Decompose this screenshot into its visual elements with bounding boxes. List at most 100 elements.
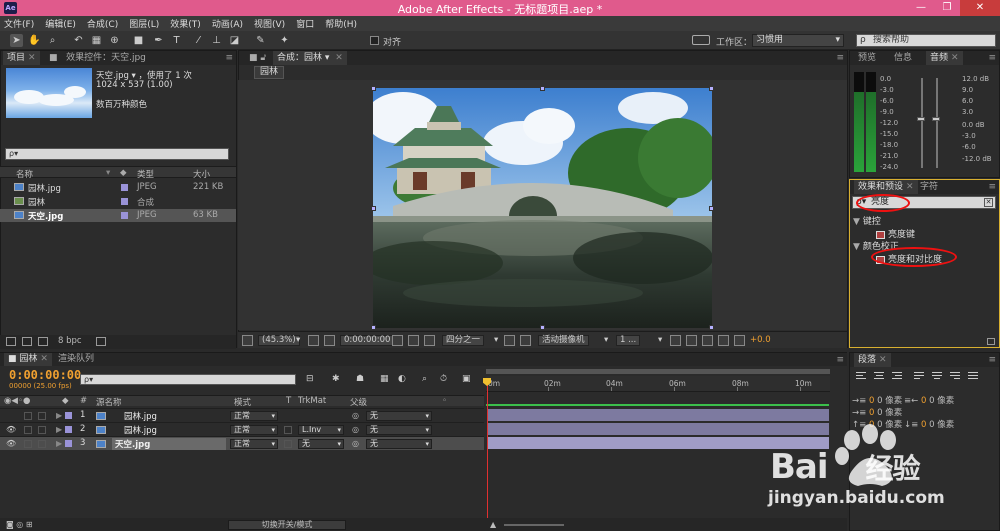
blend-mode-select[interactable]: 正常 bbox=[230, 425, 278, 435]
indent-first-line[interactable]: →≡ 0 0 像素 bbox=[852, 406, 902, 418]
menu-view[interactable]: 视图(V) bbox=[254, 17, 285, 30]
project-item[interactable]: 天空.jpg JPEG 63 KB bbox=[0, 209, 236, 222]
brush-tool-icon[interactable]: ⁄ bbox=[192, 34, 205, 47]
minimize-button[interactable]: — bbox=[908, 0, 934, 16]
timeline-icon[interactable] bbox=[702, 335, 713, 346]
timeline-layer[interactable]: ▶ 1 园林.jpg 正常 ◎ 无 bbox=[0, 408, 484, 422]
region-of-interest-icon[interactable] bbox=[504, 335, 515, 346]
rectangle-tool-icon[interactable]: ■ bbox=[132, 34, 145, 47]
label-color[interactable] bbox=[121, 198, 128, 205]
comp-mini-flowchart-icon[interactable]: ⊟ bbox=[306, 374, 314, 384]
delete-icon[interactable] bbox=[96, 337, 106, 346]
zoom-select[interactable]: (45.3%) bbox=[258, 335, 300, 346]
sort-chevron-icon[interactable]: ▾ bbox=[106, 168, 110, 178]
label-color[interactable] bbox=[65, 426, 72, 433]
panel-menu-icon[interactable]: ≡ bbox=[836, 51, 844, 65]
transform-handle[interactable] bbox=[709, 206, 714, 211]
menu-edit[interactable]: 编辑(E) bbox=[45, 17, 76, 30]
playhead-line[interactable] bbox=[487, 378, 488, 531]
panel-menu-icon[interactable]: ≡ bbox=[988, 180, 996, 194]
clear-search-icon[interactable]: ✕ bbox=[984, 198, 993, 207]
frame-blending-icon[interactable]: ▦ bbox=[380, 374, 389, 384]
timeline-search-input[interactable]: ρ▾ bbox=[80, 374, 296, 385]
rotate-tool-icon[interactable]: ↶ bbox=[72, 34, 85, 47]
menu-effect[interactable]: 效果(T) bbox=[170, 17, 201, 30]
align-center-icon[interactable] bbox=[874, 372, 884, 382]
panel-menu-icon[interactable]: ≡ bbox=[225, 51, 233, 65]
tab-timeline[interactable]: ■ 园林 ✕ bbox=[4, 353, 52, 366]
project-search-input[interactable]: ρ▾ bbox=[5, 148, 229, 160]
composition-breadcrumb[interactable]: 园林 bbox=[254, 66, 285, 79]
indent-right[interactable]: ≡← 0 0 像素 bbox=[904, 394, 954, 406]
justify-last-center-icon[interactable] bbox=[932, 372, 942, 382]
chevron-down-icon[interactable]: ▾ bbox=[604, 335, 608, 346]
toggle-switches-modes-button[interactable]: 切换开关/模式 bbox=[228, 520, 346, 530]
menu-layer[interactable]: 图层(L) bbox=[129, 17, 159, 30]
motion-blur-icon[interactable]: ◐ bbox=[398, 374, 406, 384]
composition-preview-image[interactable] bbox=[373, 88, 712, 328]
chevron-down-icon[interactable]: ▾ bbox=[658, 335, 662, 346]
parent-select[interactable]: 无 bbox=[366, 425, 432, 435]
text-tool-icon[interactable]: T bbox=[170, 34, 183, 47]
zoom-tool-icon[interactable]: ⌕ bbox=[46, 34, 59, 47]
shy-layers-icon[interactable]: ☗ bbox=[356, 374, 364, 384]
tab-effect-controls[interactable]: ■ 效果控件：天空.jpg bbox=[45, 51, 150, 65]
transform-handle[interactable] bbox=[709, 325, 714, 330]
mask-visibility-icon[interactable] bbox=[324, 335, 335, 346]
track-matte-select[interactable]: 无 bbox=[298, 439, 344, 449]
tab-effects-presets[interactable]: 效果和预设 ✕ bbox=[854, 180, 918, 194]
label-color[interactable] bbox=[65, 440, 72, 447]
audio-slider-left[interactable] bbox=[921, 78, 923, 168]
fast-preview-icon[interactable] bbox=[686, 335, 697, 346]
transparency-grid-icon[interactable] bbox=[520, 335, 531, 346]
parent-select[interactable]: 无 bbox=[366, 411, 432, 421]
flowchart-icon[interactable] bbox=[718, 335, 729, 346]
transform-handle[interactable] bbox=[540, 325, 545, 330]
blend-mode-select[interactable]: 正常 bbox=[230, 439, 278, 449]
column-type[interactable]: 类型 bbox=[137, 168, 154, 180]
tab-composition[interactable]: 合成：园林 ▾ ✕ bbox=[273, 51, 347, 65]
transform-handle[interactable] bbox=[709, 86, 714, 91]
project-item[interactable]: 园林 合成 bbox=[0, 195, 236, 208]
camera-tool-icon[interactable]: ▦ bbox=[90, 34, 103, 47]
column-size[interactable]: 大小 bbox=[193, 168, 210, 180]
parent-pickwhip-icon[interactable]: ◎ bbox=[352, 425, 359, 434]
hand-tool-icon[interactable]: ✋ bbox=[28, 34, 41, 47]
expand-triangle-icon[interactable]: ▶ bbox=[56, 439, 62, 448]
menu-animation[interactable]: 动画(A) bbox=[212, 17, 243, 30]
pen-tool-icon[interactable]: ✒ bbox=[152, 34, 165, 47]
tab-character[interactable]: 字符 bbox=[916, 180, 942, 194]
slider-knob[interactable] bbox=[932, 117, 940, 121]
chevron-down-icon[interactable]: ▾ bbox=[494, 335, 498, 346]
layer-switches-icon[interactable]: ◙ ◎ ⊞ bbox=[6, 520, 33, 529]
bit-depth[interactable]: 8 bpc bbox=[58, 336, 82, 346]
align-right-icon[interactable] bbox=[892, 372, 902, 382]
new-composition-icon[interactable] bbox=[38, 337, 48, 346]
close-button[interactable]: ✕ bbox=[960, 0, 1000, 16]
transform-handle[interactable] bbox=[371, 86, 376, 91]
tab-preview[interactable]: 预览 bbox=[854, 51, 880, 65]
fx-group-keying[interactable]: ▼ 键控 bbox=[853, 214, 881, 227]
align-left-icon[interactable] bbox=[856, 372, 866, 382]
visibility-eye-icon[interactable]: 👁︎ bbox=[6, 425, 16, 434]
tab-project[interactable]: 项目 ✕ bbox=[3, 51, 40, 65]
restore-button[interactable]: ❐ bbox=[934, 0, 960, 16]
panel-menu-icon[interactable]: ≡ bbox=[836, 353, 844, 367]
column-name[interactable]: 名称 bbox=[16, 168, 33, 180]
always-preview-icon[interactable] bbox=[242, 335, 253, 346]
audio-slider-right[interactable] bbox=[936, 78, 938, 168]
interpret-footage-icon[interactable] bbox=[6, 337, 16, 346]
puppet-pin-icon[interactable]: ✦ bbox=[278, 34, 291, 47]
visibility-eye-icon[interactable]: 👁︎ bbox=[6, 439, 16, 448]
time-ruler[interactable]: 0m 02m 04m 06m 08m 10m bbox=[486, 376, 830, 392]
menu-composition[interactable]: 合成(C) bbox=[87, 17, 118, 30]
color-channel-icon[interactable] bbox=[424, 335, 435, 346]
snapshot-icon[interactable] bbox=[392, 335, 403, 346]
tab-paragraph[interactable]: 段落 ✕ bbox=[854, 353, 891, 367]
roto-brush-icon[interactable]: ✎ bbox=[254, 34, 267, 47]
lock-icon[interactable]: ■ 🔓︎ bbox=[245, 51, 270, 65]
new-folder-icon[interactable] bbox=[22, 337, 32, 346]
timeline-current-time[interactable]: 0:00:00:00 bbox=[9, 368, 81, 382]
transform-handle[interactable] bbox=[540, 86, 545, 91]
justify-last-right-icon[interactable] bbox=[950, 372, 960, 382]
